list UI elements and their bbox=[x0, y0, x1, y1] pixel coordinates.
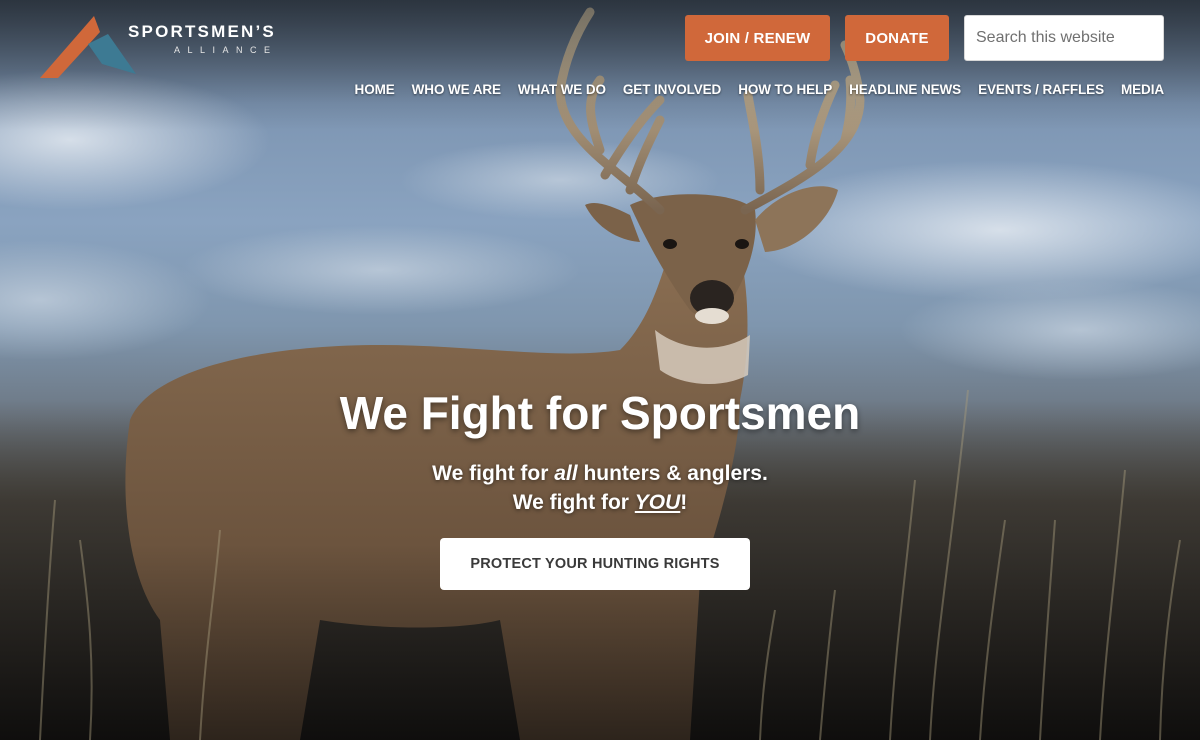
nav-item-what-we-do[interactable]: WHAT WE DO bbox=[518, 80, 606, 100]
hero-line-1: We fight for all hunters & anglers. bbox=[0, 459, 1200, 488]
logo-name: SPORTSMEN’S bbox=[128, 22, 276, 41]
nav-item-who-we-are[interactable]: WHO WE ARE bbox=[412, 80, 501, 100]
nav-item-media[interactable]: MEDIA bbox=[1121, 80, 1164, 100]
main-nav: HOME WHO WE ARE WHAT WE DO GET INVOLVED … bbox=[355, 80, 1165, 100]
logo-wordmark: SPORTSMEN’S ALLIANCE bbox=[128, 22, 278, 56]
nav-item-headline-news[interactable]: HEADLINE NEWS bbox=[849, 80, 961, 100]
hero-headline: We Fight for Sportsmen bbox=[339, 387, 861, 439]
search-box[interactable] bbox=[964, 15, 1164, 61]
hero-line-2-end: ! bbox=[680, 491, 688, 514]
join-renew-button[interactable]: JOIN / RENEW bbox=[685, 15, 830, 61]
hero-line-1-end: hunters & anglers. bbox=[577, 462, 768, 485]
nav-item-home[interactable]: HOME bbox=[355, 80, 395, 100]
nav-item-events-raffles[interactable]: EVENTS / RAFFLES bbox=[978, 80, 1104, 100]
hero-line-1-emphasis: all bbox=[554, 462, 578, 485]
hero-subheadline: We fight for all hunters & anglers. We f… bbox=[0, 459, 1200, 517]
hero-line-2: We fight for YOU! bbox=[0, 488, 1200, 517]
nav-item-get-involved[interactable]: GET INVOLVED bbox=[623, 80, 721, 100]
cloud bbox=[180, 225, 580, 315]
nav-item-how-to-help[interactable]: HOW TO HELP bbox=[738, 80, 832, 100]
search-input[interactable] bbox=[965, 16, 1156, 60]
hero-line-1-start: We fight for bbox=[432, 462, 555, 485]
logo-subtitle: ALLIANCE bbox=[174, 45, 278, 55]
site-logo[interactable]: SPORTSMEN’S ALLIANCE bbox=[38, 14, 288, 80]
hero-background bbox=[0, 0, 1200, 740]
logo-mountain-icon bbox=[40, 16, 136, 78]
hero-line-2-start: We fight for bbox=[512, 491, 635, 514]
donate-button[interactable]: DONATE bbox=[845, 15, 949, 61]
hero-line-2-emphasis: YOU bbox=[634, 491, 681, 514]
cloud bbox=[0, 240, 210, 360]
protect-hunting-rights-button[interactable]: PROTECT YOUR HUNTING RIGHTS bbox=[440, 538, 750, 590]
